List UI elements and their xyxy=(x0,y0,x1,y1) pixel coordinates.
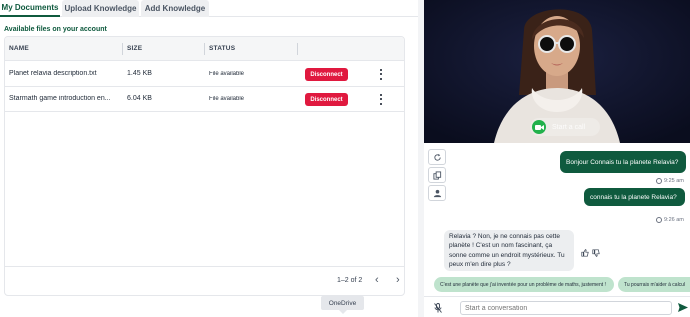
file-status: File available xyxy=(209,71,245,77)
tab-upload-knowledge[interactable]: Upload Knowledge xyxy=(62,0,139,17)
chat-thread: Bonjour Connais tu la planete Relavia? 9… xyxy=(424,145,690,293)
thumbs-down-icon[interactable] xyxy=(592,249,600,257)
user-message: connais tu la planete Relavia? xyxy=(584,188,685,206)
more-options-icon[interactable] xyxy=(377,68,385,81)
section-title: Available files on your account xyxy=(4,26,107,33)
tab-my-documents[interactable]: My Documents xyxy=(0,0,60,17)
table-header: NAME SIZE STATUS xyxy=(5,37,404,61)
column-separator xyxy=(122,43,123,55)
chevron-left-icon[interactable]: ‹ xyxy=(375,274,379,286)
documents-panel: My Documents Upload Knowledge Add Knowle… xyxy=(0,0,422,317)
tab-add-knowledge[interactable]: Add Knowledge xyxy=(141,0,209,17)
suggestion-chip[interactable]: C'est une planète que j'ai inventée pour… xyxy=(434,277,614,292)
chat-input[interactable] xyxy=(460,301,672,315)
avatar-video: Start a call xyxy=(424,0,690,143)
table-footer: 1–2 of 2 ‹ › xyxy=(5,266,404,296)
column-header-name[interactable]: NAME xyxy=(9,45,29,52)
feedback-buttons xyxy=(581,249,600,257)
file-name: Planet relavia description.txt xyxy=(9,70,97,77)
tooltip: OneDrive xyxy=(321,296,364,310)
column-header-status[interactable]: STATUS xyxy=(209,45,235,52)
more-options-icon[interactable] xyxy=(377,93,385,106)
file-name: Starmath game introduction en... xyxy=(9,95,111,102)
chat-composer xyxy=(424,296,690,317)
tooltip-tail xyxy=(339,310,347,314)
file-status: File available xyxy=(209,96,245,102)
column-separator xyxy=(204,43,205,55)
microphone-off-icon[interactable] xyxy=(434,303,442,313)
user-message: Bonjour Connais tu la planete Relavia? xyxy=(560,151,686,173)
thumbs-up-icon[interactable] xyxy=(581,249,589,257)
file-size: 1.45 KB xyxy=(127,70,152,77)
video-camera-icon xyxy=(532,120,546,134)
chevron-right-icon[interactable]: › xyxy=(396,274,400,286)
file-size: 6.04 KB xyxy=(127,95,152,102)
suggestion-chip[interactable]: Tu pourrais m'aider à calcul xyxy=(618,277,690,292)
disconnect-button[interactable]: Disconnect xyxy=(305,68,348,81)
files-table: NAME SIZE STATUS Planet relavia descript… xyxy=(4,36,405,296)
column-header-size[interactable]: SIZE xyxy=(127,45,142,52)
table-row[interactable]: Planet relavia description.txt 1.45 KB F… xyxy=(5,62,404,87)
start-call-button[interactable]: Start a call xyxy=(530,118,600,136)
send-icon[interactable] xyxy=(678,303,688,312)
tab-bar: My Documents Upload Knowledge Add Knowle… xyxy=(0,0,422,17)
assistant-panel: Start a call Bonjour Connais tu la plane… xyxy=(424,0,690,317)
assistant-message: Relavia ? Non, je ne connais pas cette p… xyxy=(444,230,574,271)
clock-icon xyxy=(656,178,662,184)
table-row[interactable]: Starmath game introduction en... 6.04 KB… xyxy=(5,87,404,112)
column-separator xyxy=(297,43,298,55)
start-call-label: Start a call xyxy=(552,123,586,131)
clock-icon xyxy=(656,217,662,223)
message-timestamp: 9:26 am xyxy=(656,217,684,223)
pagination-info: 1–2 of 2 xyxy=(337,277,363,284)
disconnect-button[interactable]: Disconnect xyxy=(305,93,348,106)
message-timestamp: 9:25 am xyxy=(656,178,684,184)
